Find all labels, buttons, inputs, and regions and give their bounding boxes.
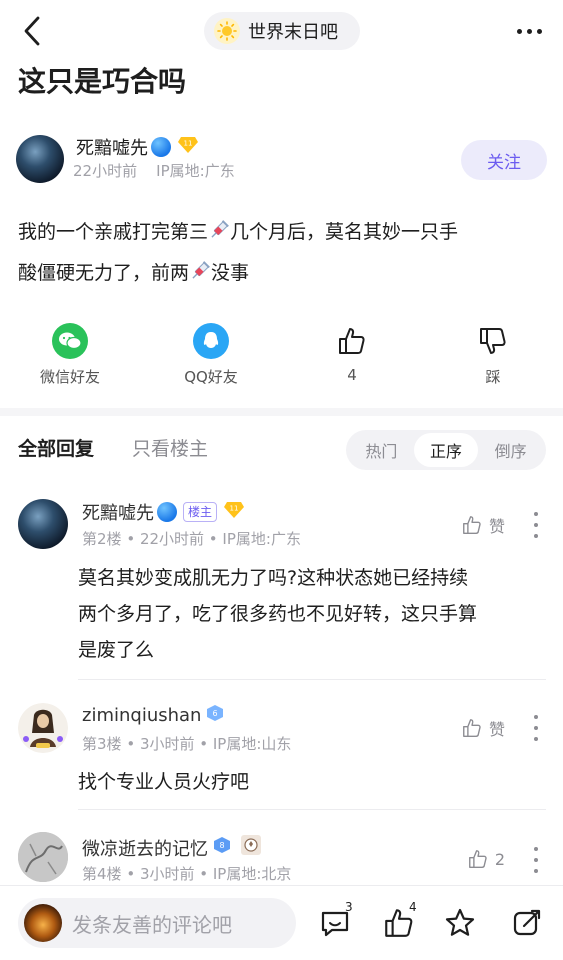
svg-text:8: 8 [219, 841, 224, 850]
post-author: 死黯嘘先 11 22小时前 IP属地:广东 关注 [16, 133, 547, 185]
follow-button[interactable]: 关注 [461, 140, 547, 180]
sort-hot[interactable]: 热门 [349, 433, 414, 467]
sort-ascending[interactable]: 正序 [413, 433, 479, 467]
chevron-left-icon [24, 16, 40, 46]
thumbs-up-icon [463, 516, 481, 534]
star-icon [445, 908, 475, 936]
host-tag: 楼主 [183, 502, 218, 522]
post-time: 22小时前 [73, 162, 138, 180]
like-label: 赞 [488, 720, 505, 739]
svg-text:11: 11 [230, 504, 239, 512]
comment-divider [78, 809, 546, 810]
comment-text: 莫名其妙变成肌无力了吗?这种状态她已经持续 两个多月了，吃了很多药也不见好转，这… [78, 567, 478, 661]
bottom-like-button[interactable]: 4 [382, 900, 418, 942]
avatar[interactable] [16, 135, 64, 183]
comment-item: 微凉逝去的记忆 8 第4楼 • 3小时前 • IP属地:北京 2 [0, 830, 563, 885]
sort-segmented-control: 热门 正序 倒序 [346, 430, 546, 470]
like-label: 赞 [488, 517, 505, 536]
comment-more-button[interactable] [529, 512, 543, 538]
post-text: 没事 [211, 262, 250, 284]
comments-button[interactable]: 3 [318, 900, 354, 942]
dislike-label: 踩 [485, 368, 501, 386]
share-qq-button[interactable]: QQ好友 [161, 322, 261, 392]
post-text: 几个月后，莫名其妙一只手 [230, 221, 459, 243]
forum-name-pill[interactable]: 世界末日吧 [204, 12, 360, 50]
comment-author[interactable]: 微凉逝去的记忆 [82, 835, 208, 861]
back-button[interactable] [20, 14, 48, 48]
post-text: 我的一个亲戚打完第三 [18, 221, 209, 243]
like-count: 2 [494, 849, 505, 869]
svg-text:6: 6 [213, 709, 218, 718]
comment-text: 找个专业人员火疗吧 [78, 771, 250, 793]
syringe-icon [189, 257, 211, 295]
comment-like-button[interactable]: 2 [467, 848, 505, 870]
comment-item: 死黯嘘先 楼主 11 第2楼 • 22小时前 • IP属地:广东 赞 莫名其妙变… [0, 497, 563, 679]
more-horizontal-icon [516, 28, 522, 34]
tab-all-replies[interactable]: 全部回复 [18, 434, 94, 461]
favorite-button[interactable] [443, 906, 479, 942]
comment-like-button[interactable]: 赞 [461, 716, 505, 740]
forum-avatar-icon [214, 18, 240, 44]
medal-badge-icon [240, 834, 262, 861]
share-icon [513, 909, 541, 936]
qq-label: QQ好友 [184, 368, 238, 386]
syringe-icon [208, 216, 230, 254]
section-divider [0, 408, 563, 416]
comment-input[interactable]: 发条友善的评论吧 [18, 898, 296, 948]
thumbs-up-icon [302, 322, 402, 360]
bottom-like-count: 4 [409, 900, 417, 914]
comment-more-button[interactable] [529, 715, 543, 741]
globe-badge-icon [151, 137, 171, 157]
reply-tabs: 全部回复 只看楼主 热门 正序 倒序 [0, 426, 563, 474]
thumbs-up-icon [468, 850, 487, 868]
comment-meta: 第4楼 • 3小时前 • IP属地:北京 [82, 865, 292, 883]
comment-input-placeholder: 发条友善的评论吧 [72, 912, 232, 937]
comment-like-button[interactable]: 赞 [461, 513, 505, 537]
avatar[interactable] [18, 832, 68, 882]
dislike-button[interactable]: 踩 [443, 322, 543, 392]
author-name[interactable]: 死黯嘘先 [76, 134, 148, 160]
level-badge-icon: 8 [212, 836, 232, 859]
comment-count: 3 [345, 900, 353, 914]
level-badge-icon: 6 [205, 704, 225, 727]
bottom-bar: 发条友善的评论吧 3 4 [0, 885, 563, 960]
tab-host-only[interactable]: 只看楼主 [132, 434, 208, 461]
like-count: 4 [347, 366, 357, 384]
share-wechat-button[interactable]: 微信好友 [20, 322, 120, 392]
thumbs-up-icon [463, 719, 481, 737]
forum-name: 世界末日吧 [248, 22, 338, 43]
wechat-icon [52, 323, 88, 359]
level-badge-icon: 11 [177, 136, 199, 159]
comment-item: ziminqiushan 6 第3楼 • 3小时前 • IP属地:山东 赞 找个… [0, 700, 563, 808]
level-badge-icon: 11 [223, 501, 245, 524]
avatar[interactable] [18, 499, 68, 549]
comment-meta: 第2楼 • 22小时前 • IP属地:广东 [82, 530, 301, 548]
avatar[interactable] [18, 703, 68, 753]
wechat-label: 微信好友 [39, 368, 100, 386]
comment-more-button[interactable] [529, 847, 543, 873]
top-bar: 世界末日吧 [0, 0, 563, 62]
thumbs-down-icon [443, 322, 543, 360]
comment-author[interactable]: 死黯嘘先 [82, 499, 154, 525]
comment-author[interactable]: ziminqiushan [82, 705, 201, 726]
author-meta: 22小时前 IP属地:广东 [73, 160, 235, 181]
svg-text:11: 11 [184, 139, 193, 147]
sort-descending[interactable]: 倒序 [478, 433, 543, 467]
globe-badge-icon [157, 502, 177, 522]
post-text: 酸僵硬无力了，前两 [18, 262, 190, 284]
post-body: 我的一个亲戚打完第三 几个月后，莫名其妙一只手 酸僵硬无力了，前两 没事 [18, 213, 540, 295]
share-button[interactable] [510, 906, 546, 942]
post-title: 这只是巧合吗 [18, 65, 187, 98]
comment-divider [78, 679, 546, 680]
post-ip: IP属地:广东 [156, 162, 235, 180]
comment-meta: 第3楼 • 3小时前 • IP属地:山东 [82, 735, 292, 753]
qq-icon [193, 323, 229, 359]
like-button[interactable]: 4 [302, 322, 402, 392]
my-avatar [24, 904, 62, 942]
post-actions: 微信好友 QQ好友 4 踩 [0, 322, 563, 392]
more-button[interactable] [509, 18, 549, 44]
